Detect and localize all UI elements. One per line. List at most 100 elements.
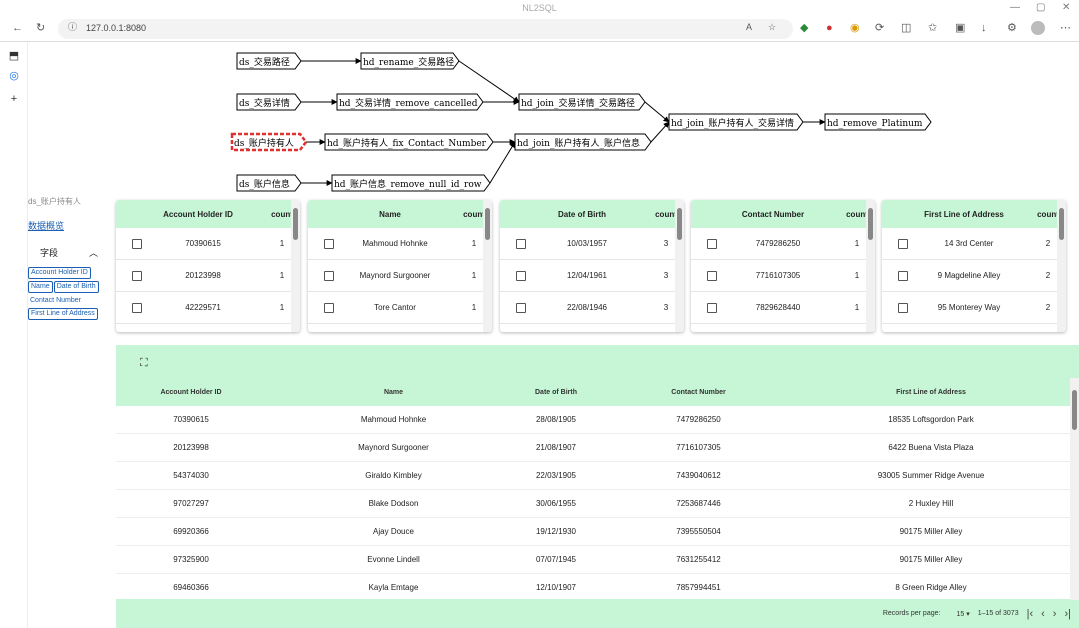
table-cell: 07/07/1945 [535, 555, 577, 564]
card-value: 12/04/1961 [566, 271, 608, 280]
graph-node[interactable]: ds_交易详情 [236, 93, 302, 111]
table-row[interactable]: 20123998 Maynord Surgooner 21/08/1907 77161… [116, 434, 1070, 462]
chevron-up-icon[interactable]: ︿ [89, 246, 98, 259]
favorite-star-icon[interactable]: ☆ [768, 23, 776, 32]
graph-node[interactable]: ds_账户持有人 [230, 132, 308, 152]
card-value: 22/08/1946 [566, 303, 608, 312]
card-scrollbar[interactable] [291, 200, 300, 332]
maximize-icon[interactable]: ▢ [1036, 2, 1045, 13]
card-scrollbar[interactable] [866, 200, 875, 332]
row-checkbox[interactable] [132, 238, 142, 249]
table-scrollbar[interactable] [1070, 378, 1079, 600]
card-header: Account Holder ID count [116, 200, 300, 228]
field-chip-account-holder-id[interactable]: Account Holder ID [28, 267, 91, 279]
graph-node[interactable]: hd_join_账户持有人_交易详情 [668, 113, 804, 131]
table-cell: 97325900 [173, 555, 209, 564]
table-row[interactable]: 97027297 Blake Dodson 30/06/1955 7253687446… [116, 490, 1070, 518]
table-cell: Evonne Lindell [367, 555, 420, 564]
fields-section-title: 字段 [40, 248, 59, 258]
table-row[interactable]: 70390615 Mahmoud Hohnke 28/08/1905 74792862… [116, 406, 1070, 434]
data-overview-link[interactable]: 数据概览 [28, 219, 112, 232]
table-cell: 7857994451 [676, 583, 721, 592]
graph-node[interactable]: hd_账户持有人_fix_Contact_Number [324, 133, 494, 151]
refresh-extension-icon[interactable]: ⟳ [875, 23, 884, 34]
row-checkbox[interactable] [132, 302, 142, 313]
row-checkbox[interactable] [898, 270, 908, 281]
field-chip-contact-number[interactable]: Contact Number [28, 296, 83, 306]
expand-icon[interactable]: ⛶ [140, 357, 148, 370]
address-bar[interactable]: ⓘ 127.0.0.1:8080 A ☆ [58, 19, 793, 39]
row-checkbox[interactable] [132, 270, 142, 281]
more-menu-icon[interactable]: ⋯ [1060, 23, 1071, 34]
row-checkbox[interactable] [898, 238, 908, 249]
favorites-icon[interactable]: ✩ [928, 23, 937, 34]
table-body: 70390615 Mahmoud Hohnke 28/08/1905 74792862… [116, 406, 1070, 599]
row-checkbox[interactable] [324, 270, 334, 281]
collections-icon[interactable]: ▣ [955, 23, 965, 34]
table-row[interactable]: 69460366 Kayla Emtage 12/10/1907 7857994451… [116, 574, 1070, 599]
downloads-icon[interactable]: ↓ [981, 23, 987, 34]
column-header[interactable]: Date of Birth [521, 389, 591, 396]
reload-icon[interactable]: ↻ [36, 23, 45, 34]
row-checkbox[interactable] [707, 238, 717, 249]
back-icon[interactable]: ← [12, 23, 23, 34]
close-window-icon[interactable]: ✕ [1062, 2, 1070, 13]
info-icon[interactable]: ⓘ [68, 23, 77, 32]
row-checkbox[interactable] [898, 302, 908, 313]
table-cell: 28/08/1905 [535, 415, 577, 424]
field-chip-date-of-birth[interactable]: Date of Birth [53, 281, 99, 293]
profile-avatar[interactable] [1031, 21, 1045, 35]
column-header[interactable]: First Line of Address [806, 389, 1056, 396]
dataset-title: ds_账户持有人 [28, 197, 81, 206]
table-row[interactable]: 54374030 Giraldo Kimbley 22/03/1905 7439040… [116, 462, 1070, 490]
column-header[interactable]: Name [266, 389, 521, 396]
graph-node[interactable]: hd_交易详情_remove_cancelled [336, 93, 484, 111]
graph-node[interactable]: ds_交易路径 [236, 52, 302, 70]
graph-edge [650, 121, 670, 143]
table-cell: 7716107305 [676, 443, 721, 452]
rows-per-page-select[interactable]: 15 ▾ [948, 610, 969, 618]
table-cell: 7253687446 [676, 499, 721, 508]
card-row: 22/08/1946 3 [500, 292, 684, 324]
column-header[interactable]: Account Holder ID [116, 389, 266, 396]
row-checkbox[interactable] [324, 302, 334, 313]
graph-node[interactable]: hd_账户信息_remove_null_id_row [331, 174, 491, 192]
row-checkbox[interactable] [324, 238, 334, 249]
table-cell: 19/12/1930 [535, 527, 577, 536]
card-scrollbar[interactable] [675, 200, 684, 332]
table-row[interactable]: 97325900 Evonne Lindell 07/07/1945 76312554… [116, 546, 1070, 574]
split-screen-icon[interactable]: ◫ [901, 23, 911, 34]
last-page-icon[interactable]: ›| [1064, 608, 1071, 620]
table-cell: 7479286250 [676, 415, 721, 424]
row-checkbox[interactable] [707, 270, 717, 281]
shield-extension-icon[interactable]: ◆ [800, 23, 808, 34]
field-chip-name[interactable]: Name [28, 281, 53, 293]
field-chip-first-line-of-address[interactable]: First Line of Address [28, 308, 98, 320]
read-aloud-icon[interactable]: A [746, 23, 752, 32]
color-extension-icon[interactable]: ◉ [850, 23, 860, 34]
column-header[interactable]: Contact Number [591, 389, 806, 396]
table-row[interactable]: 69920366 Ajay Douce 19/12/1930 7395550504 90… [116, 518, 1070, 546]
card-scrollbar[interactable] [483, 200, 492, 332]
graph-node[interactable]: hd_rename_交易路径 [360, 52, 460, 70]
first-page-icon[interactable]: |‹ [1027, 608, 1034, 620]
next-page-icon[interactable]: › [1053, 608, 1057, 620]
row-checkbox[interactable] [516, 270, 526, 281]
card-row: 7479286250 1 [691, 228, 875, 260]
prev-page-icon[interactable]: ‹ [1041, 608, 1045, 620]
extensions-icon[interactable]: ⚙ [1007, 23, 1017, 34]
url-text: 127.0.0.1:8080 [86, 23, 147, 33]
graph-node-label: hd_join_交易详情_交易路径 [521, 97, 635, 109]
extension-icon[interactable]: ● [826, 23, 833, 34]
card-scrollbar[interactable] [1057, 200, 1066, 332]
card-value: Mahmoud Hohnke [362, 239, 428, 248]
row-checkbox[interactable] [707, 302, 717, 313]
graph-node[interactable]: hd_join_账户持有人_账户信息 [514, 133, 652, 151]
row-checkbox[interactable] [516, 302, 526, 313]
graph-node[interactable]: ds_账户信息 [236, 174, 302, 192]
card-row: 7716107305 1 [691, 260, 875, 292]
graph-node[interactable]: hd_join_交易详情_交易路径 [518, 93, 646, 111]
row-checkbox[interactable] [516, 238, 526, 249]
minimize-icon[interactable]: — [1010, 2, 1020, 13]
graph-node[interactable]: hd_remove_Platinum [824, 113, 932, 131]
